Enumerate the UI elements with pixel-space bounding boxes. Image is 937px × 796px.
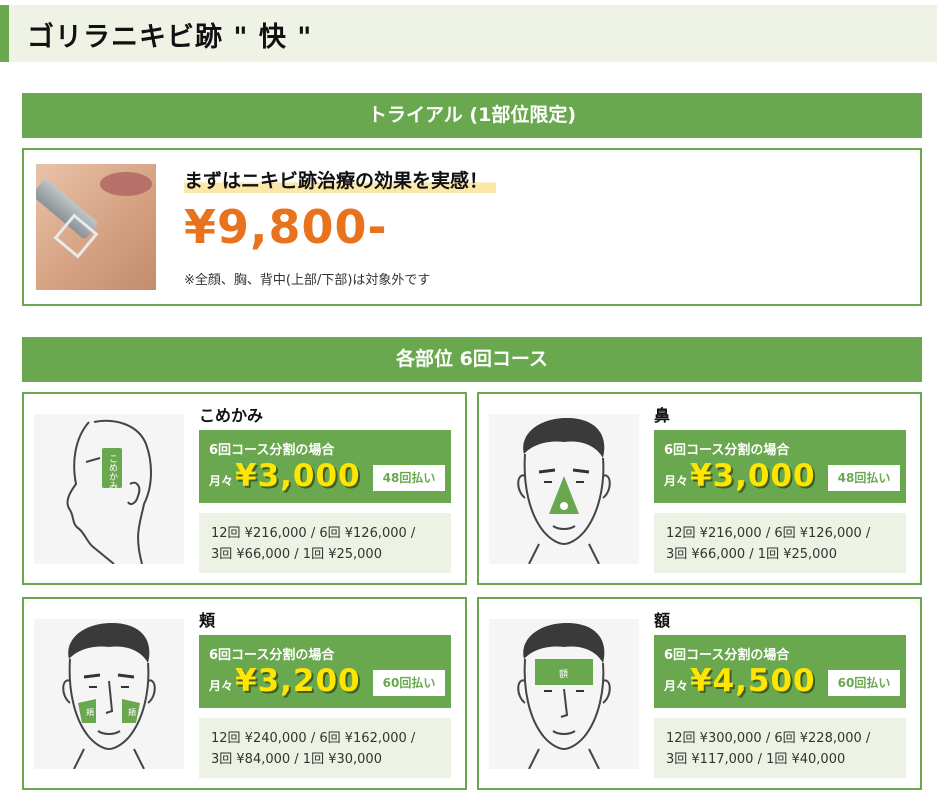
course-card-forehead[interactable]: 額 額 6回コース分割の場合 月々 ¥4,500 60回払い 12回 ¥300,… [477, 597, 922, 790]
monthly-label: 月々 [664, 474, 689, 488]
cheek-right-label: 頬 [128, 707, 136, 717]
monthly-label: 月々 [209, 679, 234, 693]
trial-price: ¥9,800- [184, 200, 388, 254]
treatment-photo [36, 164, 156, 290]
course-title: 頬 [199, 611, 216, 630]
plan-label: 6回コース分割の場合 [664, 443, 790, 458]
trial-banner: トライアル (1部位限定) [22, 93, 922, 138]
temple-illus-label: こめかみ [107, 454, 118, 490]
price-line: 3回 ¥66,000 / 1回 ¥25,000 [666, 547, 837, 562]
trial-tagline: まずはニキビ跡治療の効果を実感！ [184, 166, 497, 193]
price-line: 3回 ¥84,000 / 1回 ¥30,000 [211, 752, 382, 767]
installment-plan: 6回コース分割の場合 月々 ¥4,500 60回払い [654, 635, 906, 708]
installments-badge: 60回払い [828, 670, 900, 696]
course-card-temple[interactable]: こめかみ こめかみ 6回コース分割の場合 月々 ¥3,000 48回払い 12回… [22, 392, 467, 585]
forehead-illustration: 額 [489, 619, 639, 769]
course-title: 額 [654, 611, 671, 630]
price-list: 12回 ¥216,000 / 6回 ¥126,000 / 3回 ¥66,000 … [199, 513, 451, 573]
installments-badge: 60回払い [373, 670, 445, 696]
price-line: 12回 ¥240,000 / 6回 ¥162,000 / [211, 731, 416, 746]
monthly-price: ¥3,000 [690, 458, 816, 494]
page-title: ゴリラニキビ跡 " 快 " [27, 22, 313, 53]
temple-illustration: こめかみ [34, 414, 184, 564]
price-list: 12回 ¥216,000 / 6回 ¥126,000 / 3回 ¥66,000 … [654, 513, 906, 573]
monthly-price: ¥3,200 [235, 663, 361, 699]
price-line: 3回 ¥66,000 / 1回 ¥25,000 [211, 547, 382, 562]
price-list: 12回 ¥300,000 / 6回 ¥228,000 / 3回 ¥117,000… [654, 718, 906, 778]
price-list: 12回 ¥240,000 / 6回 ¥162,000 / 3回 ¥84,000 … [199, 718, 451, 778]
course-title: 鼻 [654, 406, 671, 425]
cheek-illustration: 頬 頬 [34, 619, 184, 769]
monthly-price: ¥4,500 [690, 663, 816, 699]
installments-badge: 48回払い [828, 465, 900, 491]
price-line: 12回 ¥216,000 / 6回 ¥126,000 / [666, 526, 871, 541]
page-header: ゴリラニキビ跡 " 快 " [0, 5, 937, 62]
installment-plan: 6回コース分割の場合 月々 ¥3,000 48回払い [199, 430, 451, 503]
monthly-label: 月々 [664, 679, 689, 693]
plan-label: 6回コース分割の場合 [209, 648, 335, 663]
plan-label: 6回コース分割の場合 [664, 648, 790, 663]
price-line: 12回 ¥300,000 / 6回 ¥228,000 / [666, 731, 871, 746]
installments-badge: 48回払い [373, 465, 445, 491]
installment-plan: 6回コース分割の場合 月々 ¥3,000 48回払い [654, 430, 906, 503]
installment-plan: 6回コース分割の場合 月々 ¥3,200 60回払い [199, 635, 451, 708]
price-line: 3回 ¥117,000 / 1回 ¥40,000 [666, 752, 846, 767]
course-card-nose[interactable]: 鼻 6回コース分割の場合 月々 ¥3,000 48回払い 12回 ¥216,00… [477, 392, 922, 585]
plan-label: 6回コース分割の場合 [209, 443, 335, 458]
course-card-cheek[interactable]: 頬 頬 頬 6回コース分割の場合 月々 ¥3,200 60回払い 12回 ¥24… [22, 597, 467, 790]
nose-illustration [489, 414, 639, 564]
monthly-label: 月々 [209, 474, 234, 488]
lips [100, 172, 152, 196]
forehead-illus-label: 額 [559, 668, 568, 680]
trial-note: ※全顔、胸、背中(上部/下部)は対象外です [184, 273, 431, 288]
trial-box: まずはニキビ跡治療の効果を実感！ ¥9,800- ※全顔、胸、背中(上部/下部)… [22, 148, 922, 306]
price-line: 12回 ¥216,000 / 6回 ¥126,000 / [211, 526, 416, 541]
monthly-price: ¥3,000 [235, 458, 361, 494]
course-title: こめかみ [199, 406, 264, 425]
courses-banner: 各部位 6回コース [22, 337, 922, 382]
cheek-left-label: 頬 [86, 707, 94, 717]
